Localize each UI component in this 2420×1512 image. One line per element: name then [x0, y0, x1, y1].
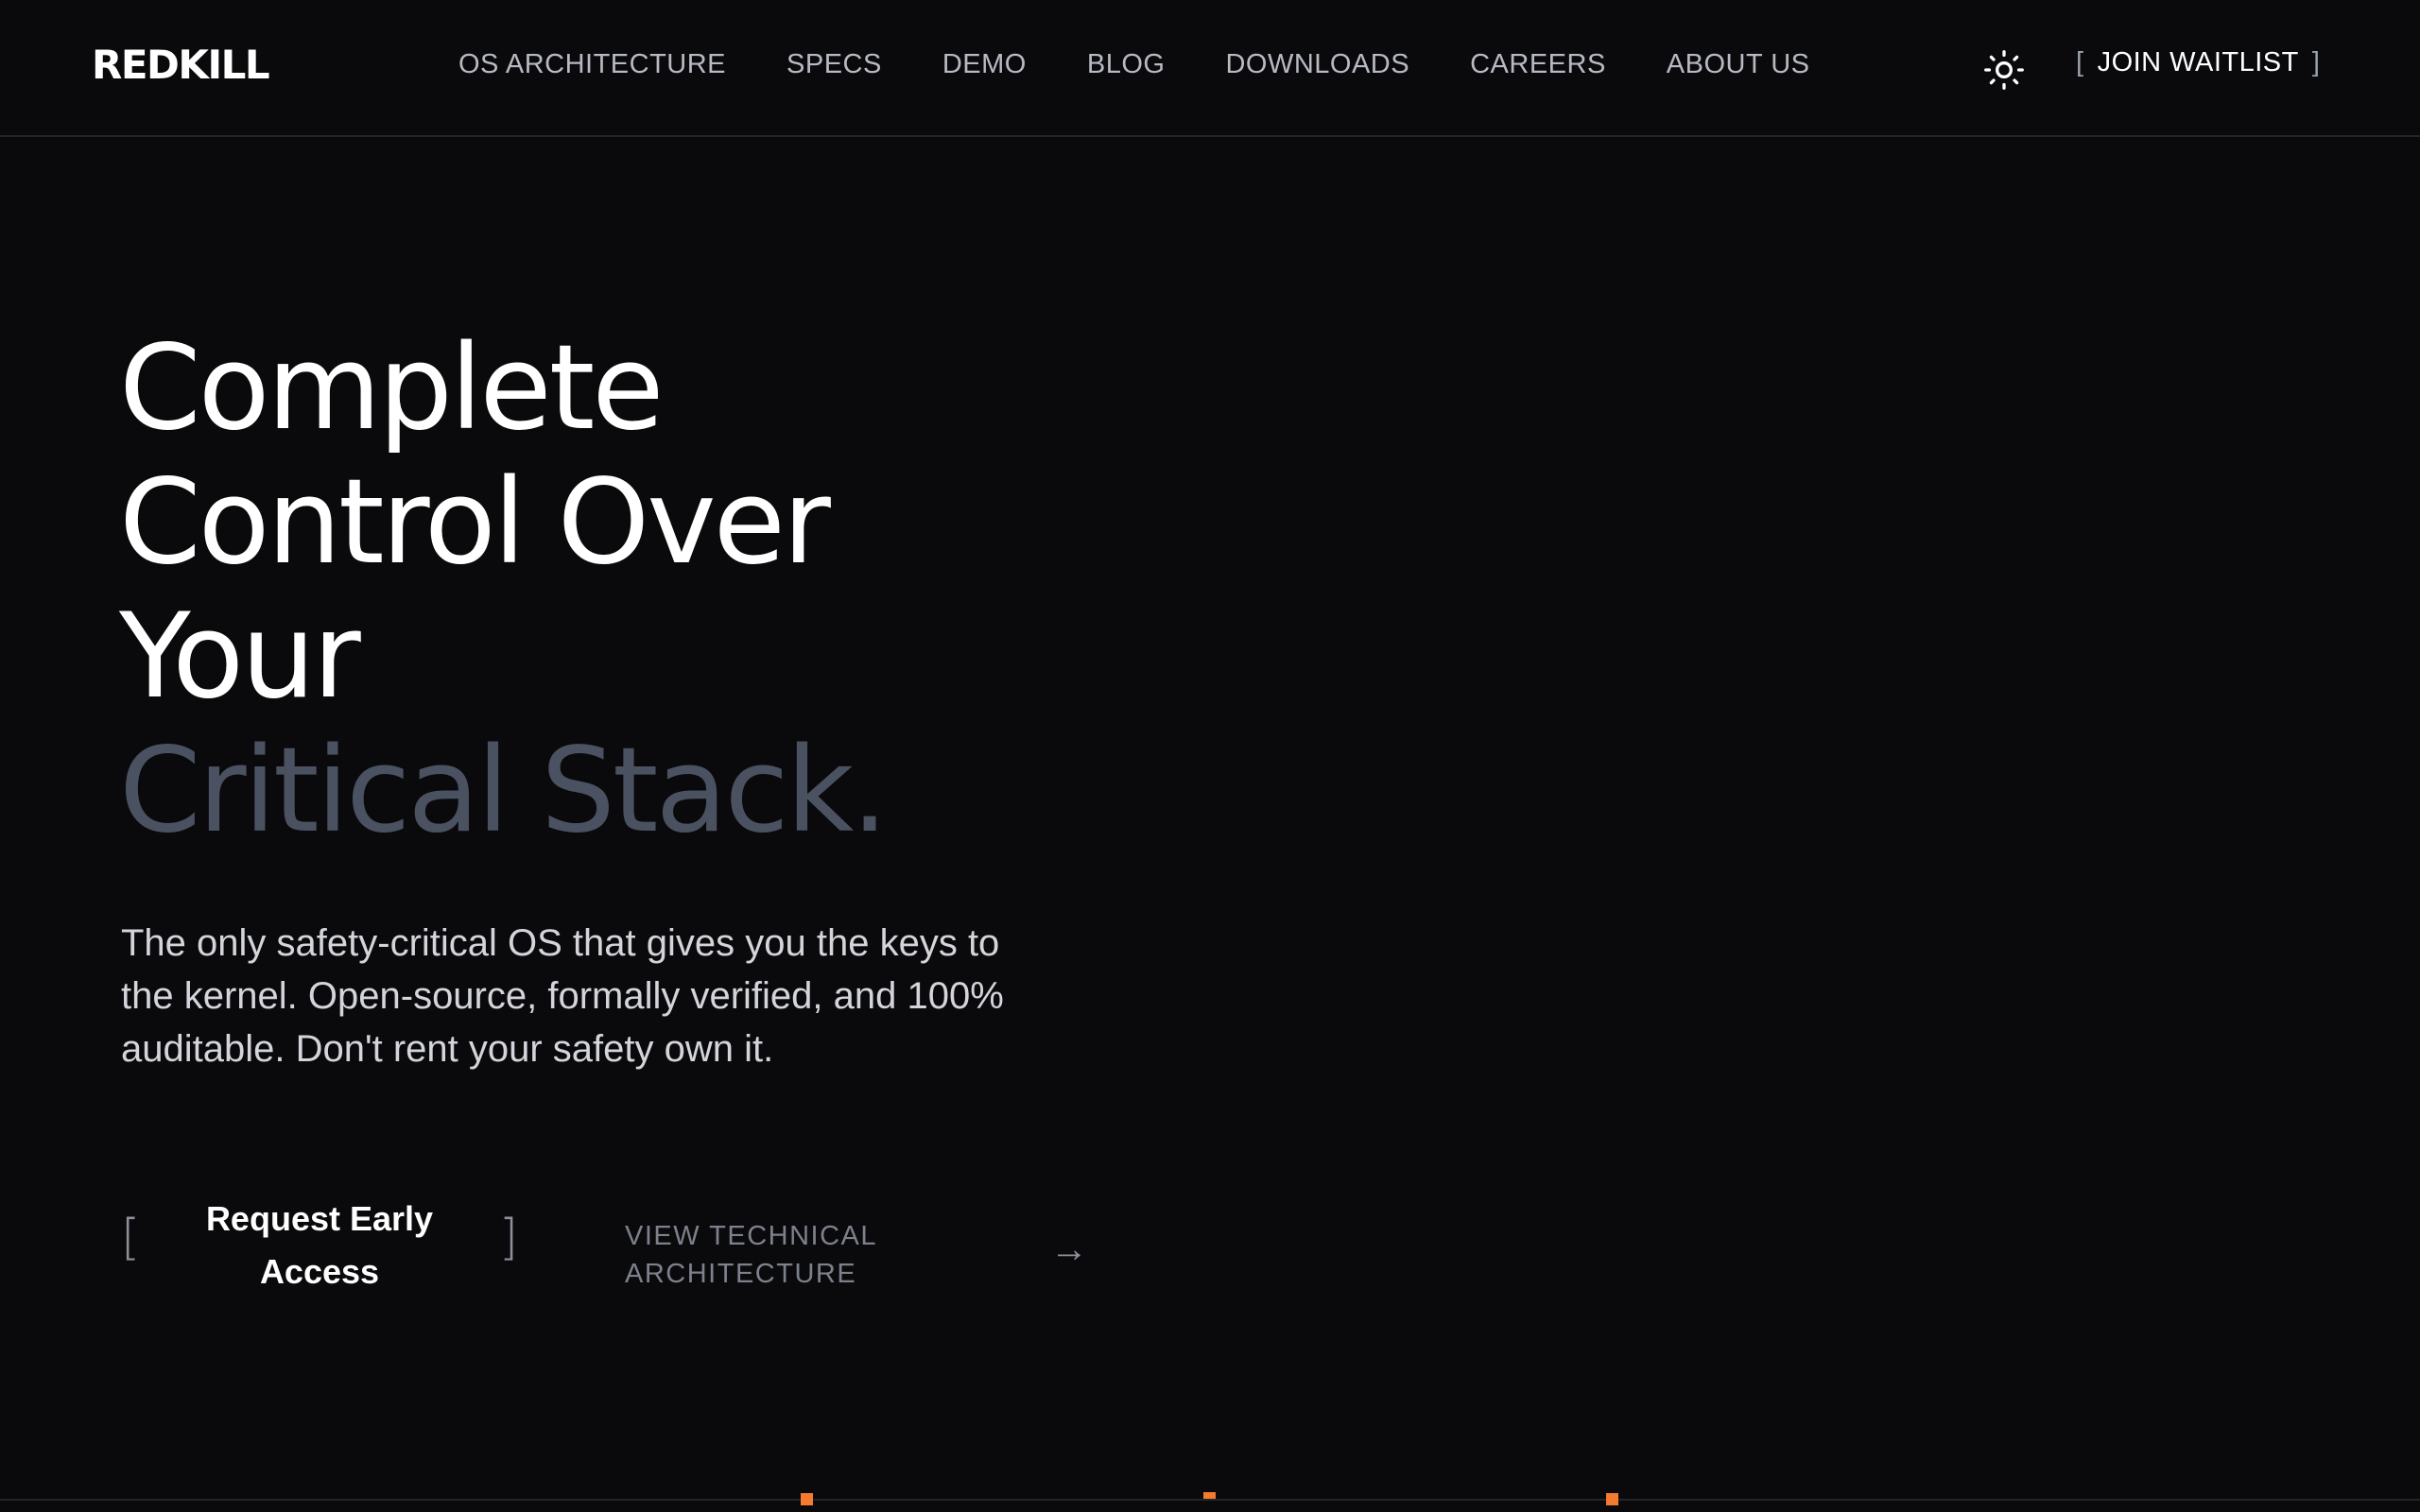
hero-title-line-2: Control Over — [119, 455, 831, 591]
progress-marker — [1203, 1492, 1216, 1499]
landing-page: REDKILL OS ARCHITECTURE SPECS DEMO BLOG … — [0, 0, 2420, 1512]
site-header: REDKILL OS ARCHITECTURE SPECS DEMO BLOG … — [0, 0, 2420, 137]
nav-specs[interactable]: SPECS — [786, 49, 882, 80]
join-waitlist-label: JOIN WAITLIST — [2097, 47, 2299, 77]
main-nav: OS ARCHITECTURE SPECS DEMO BLOG DOWNLOAD… — [458, 49, 1871, 80]
hero-title: Complete Control Over Your Critical Stac… — [119, 320, 889, 859]
bracket-close: ] — [498, 1210, 518, 1266]
section-divider — [0, 1499, 2420, 1501]
progress-marker — [1606, 1493, 1618, 1505]
nav-careers[interactable]: CAREERS — [1470, 49, 1606, 80]
nav-downloads[interactable]: DOWNLOADS — [1225, 49, 1409, 80]
hero-title-line-1: Complete — [119, 320, 665, 456]
bracket-close: ] — [2311, 47, 2321, 77]
hero-title-highlight: Critical Stack. — [119, 723, 889, 859]
arrow-right-icon: → — [1050, 1228, 1088, 1270]
nav-os-architecture[interactable]: OS ARCHITECTURE — [458, 49, 726, 80]
join-waitlist-button[interactable]: [ JOIN WAITLIST] — [2076, 47, 2320, 78]
request-early-access-label: Request Early Access — [205, 1199, 434, 1291]
theme-toggle-button[interactable] — [1983, 49, 2025, 91]
bracket-open: [ — [121, 1210, 141, 1266]
nav-about-us[interactable]: ABOUT US — [1667, 49, 1810, 80]
nav-demo[interactable]: DEMO — [942, 49, 1027, 80]
request-early-access-button[interactable]: [ Request Early Access ] — [121, 1193, 518, 1306]
view-technical-architecture-link[interactable]: VIEW TECHNICAL ARCHITECTURE → — [625, 1217, 1088, 1293]
progress-marker — [801, 1493, 813, 1505]
bracket-open: [ — [2076, 47, 2084, 77]
logo[interactable]: REDKILL — [92, 42, 270, 88]
hero-subtitle: The only safety-critical OS that gives y… — [121, 922, 1004, 1070]
hero-title-line-3: Your — [119, 589, 361, 725]
view-technical-architecture-label: VIEW TECHNICAL ARCHITECTURE — [625, 1221, 876, 1289]
nav-blog[interactable]: BLOG — [1087, 49, 1166, 80]
sun-icon — [1984, 50, 2024, 90]
